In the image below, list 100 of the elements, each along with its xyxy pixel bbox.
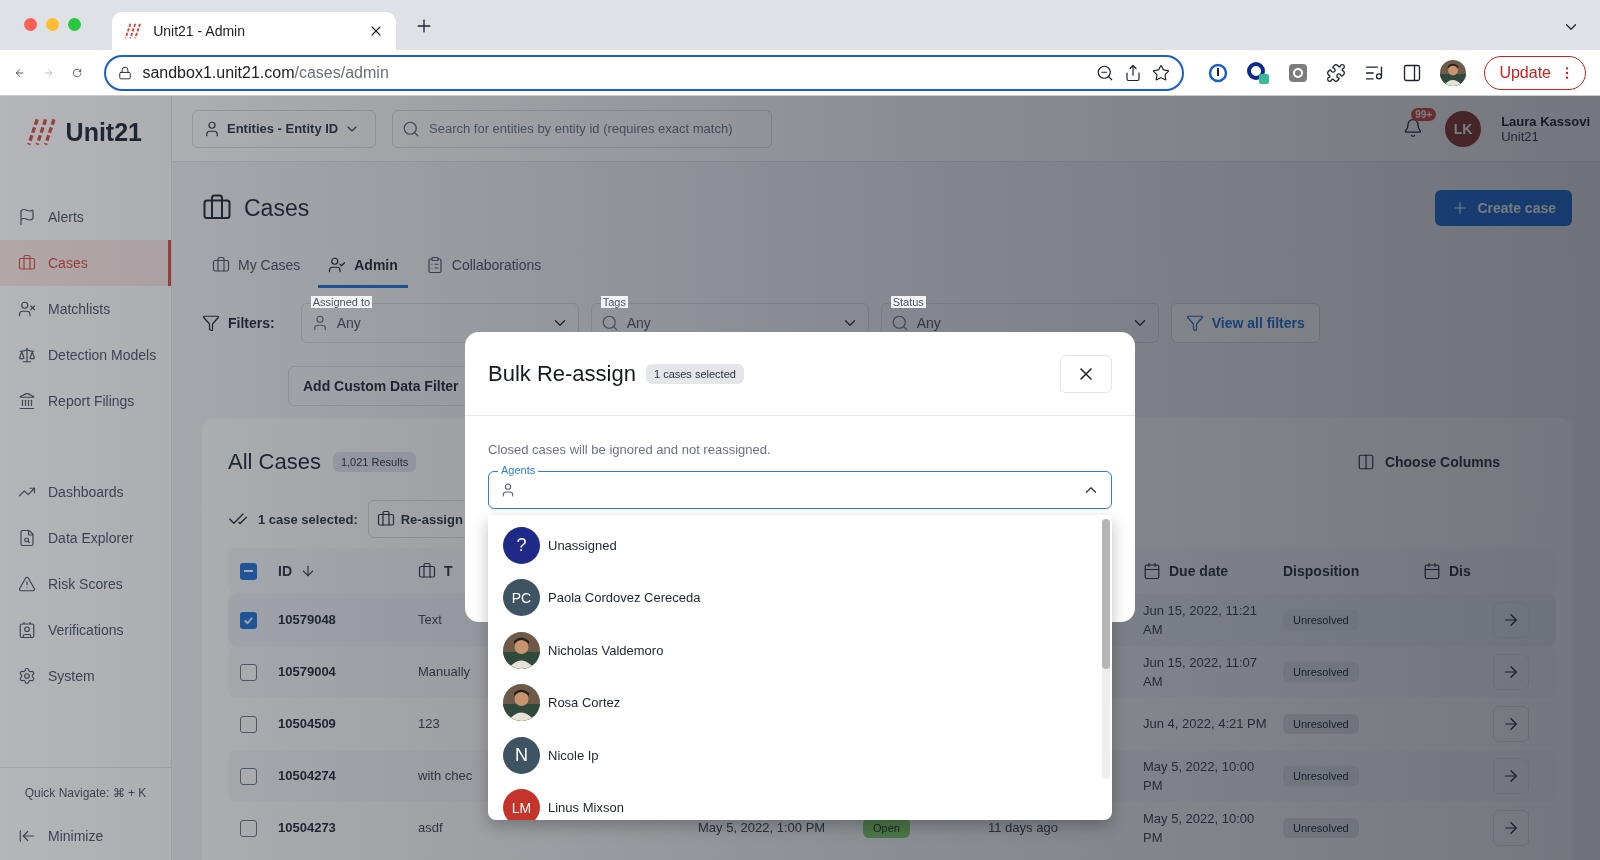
- briefcase-icon: [18, 254, 36, 272]
- select-all-checkbox[interactable]: [240, 562, 257, 580]
- minimize-button[interactable]: Minimize: [0, 812, 171, 860]
- column-header[interactable]: ID: [278, 563, 418, 579]
- settings-icon: [18, 667, 36, 685]
- open-case-button[interactable]: [1493, 706, 1529, 742]
- selection-count: 1 case selected:: [258, 511, 358, 527]
- close-window-button[interactable]: [24, 18, 37, 31]
- create-case-button[interactable]: Create case: [1435, 190, 1572, 226]
- agent-option[interactable]: Rosa Cortez: [503, 676, 1112, 729]
- row-checkbox[interactable]: [240, 819, 257, 837]
- open-case-button[interactable]: [1493, 758, 1529, 794]
- agent-avatar: N: [503, 736, 540, 774]
- logo-icon: [124, 23, 144, 39]
- update-button[interactable]: Update: [1484, 55, 1586, 90]
- table-cell-text: 11 days ago: [988, 819, 1059, 838]
- sidebar-item[interactable]: Risk Scores: [0, 561, 171, 607]
- table-cell-text: Manually: [418, 663, 472, 682]
- agent-option[interactable]: N Nicole Ip: [503, 729, 1112, 782]
- row-checkbox[interactable]: [240, 767, 257, 785]
- sidebar-item[interactable]: Alerts: [0, 194, 171, 240]
- table-cell-text: May 5, 2022, 1:00 PM: [698, 819, 827, 838]
- table-cell-text: 10579048: [278, 611, 337, 630]
- tab[interactable]: Collaborations: [415, 244, 552, 288]
- agent-avatar: PC: [503, 579, 540, 617]
- agent-option[interactable]: LM Linus Mixson: [503, 781, 1112, 820]
- agent-option[interactable]: ? Unassigned: [503, 519, 1112, 572]
- sidebar-item[interactable]: Matchlists: [0, 286, 171, 332]
- browser-tab[interactable]: Unit21 - Admin: [112, 12, 396, 50]
- status-badge: Open: [863, 818, 910, 838]
- extension-icon[interactable]: [1208, 62, 1229, 83]
- sidebar-item[interactable]: Data Explorer: [0, 515, 171, 561]
- sidebar-item[interactable]: Dashboards: [0, 469, 171, 515]
- arrow-right-icon: [1502, 767, 1520, 785]
- puzzle-icon: [1326, 62, 1347, 83]
- open-case-button[interactable]: [1493, 810, 1529, 846]
- sidebar-item[interactable]: Report Filings: [0, 378, 171, 424]
- side-panel-icon: [1402, 62, 1423, 83]
- table-cell-text: 10579004: [278, 663, 337, 682]
- scale-icon: [18, 346, 36, 364]
- row-checkbox[interactable]: [240, 715, 257, 733]
- extension-icon[interactable]: [1246, 60, 1271, 85]
- check-icon: [243, 614, 254, 626]
- filter-dropdown[interactable]: Assigned to Any: [300, 295, 579, 343]
- bank-icon: [18, 392, 36, 410]
- entity-selector[interactable]: Entities - Entity ID: [192, 109, 376, 148]
- disposition-badge: Unresolved: [1283, 766, 1359, 786]
- arrow-right-icon: [1502, 715, 1520, 733]
- field-label: Assigned to: [310, 296, 373, 308]
- agent-option[interactable]: Nicholas Valdemoro: [503, 624, 1112, 677]
- user-icon: [203, 119, 221, 138]
- table-cell-text: Jun 4, 2022, 4:21 PM: [1143, 715, 1268, 734]
- view-all-filters-button[interactable]: View all filters: [1170, 303, 1320, 343]
- address-bar[interactable]: sandbox1.unit21.com/cases/admin: [104, 54, 1185, 91]
- row-checkbox[interactable]: [240, 663, 257, 681]
- arrow-right-icon: [1502, 663, 1520, 681]
- close-button[interactable]: [1060, 354, 1112, 393]
- field-label: Tags: [600, 296, 628, 308]
- arrow-right-icon: [1502, 611, 1520, 629]
- table-cell-text: May 5, 2022, 10:00 PM: [1143, 757, 1256, 795]
- agent-option[interactable]: PC Paola Cordovez Cereceda: [503, 571, 1112, 624]
- star-icon: [1152, 63, 1171, 82]
- briefcase-icon: [212, 255, 230, 274]
- table-cell-text: 10504509: [278, 715, 337, 734]
- choose-columns-button[interactable]: Choose Columns: [1350, 452, 1506, 472]
- page-title: Cases: [244, 194, 310, 222]
- tab[interactable]: My Cases: [202, 244, 311, 288]
- columns-icon: [1356, 453, 1375, 471]
- scrollbar[interactable]: [1102, 519, 1110, 779]
- sidebar-item[interactable]: System: [0, 653, 171, 699]
- calendar-icon: [1143, 562, 1161, 580]
- id-card-icon: [18, 621, 36, 639]
- column-header[interactable]: Due date: [1169, 563, 1229, 579]
- column-header[interactable]: Dis: [1449, 563, 1471, 579]
- agent-avatar: LM: [503, 789, 540, 820]
- user-avatar[interactable]: LK: [1445, 110, 1482, 147]
- row-checkbox[interactable]: [240, 611, 257, 629]
- disposition-badge: Unresolved: [1283, 610, 1359, 630]
- table-cell-text: Jun 15, 2022, 11:07 AM: [1143, 653, 1258, 691]
- tab[interactable]: Admin: [318, 244, 408, 288]
- field-label: Status: [890, 296, 926, 308]
- share-icon: [1124, 63, 1143, 82]
- user-check-icon: [328, 255, 347, 274]
- sidebar-item[interactable]: Detection Models: [0, 332, 171, 378]
- selected-count-badge: 1 cases selected: [645, 363, 744, 384]
- agents-field[interactable]: Agents: [488, 463, 1112, 509]
- briefcase-icon: [418, 562, 436, 580]
- lock-icon: [118, 65, 133, 80]
- open-case-button[interactable]: [1493, 602, 1529, 638]
- column-header[interactable]: T: [444, 563, 453, 579]
- table-cell-text: Text: [418, 611, 443, 630]
- sidebar-item[interactable]: Cases: [0, 240, 171, 286]
- open-case-button[interactable]: [1493, 654, 1529, 690]
- sidebar-item[interactable]: Verifications: [0, 607, 171, 653]
- warning-icon: [18, 575, 36, 593]
- column-header[interactable]: Disposition: [1283, 563, 1423, 579]
- calendar-icon: [1423, 562, 1441, 580]
- search-field[interactable]: Search for entities by entity id (requires exact match): [392, 109, 772, 148]
- table-cell-text: Jun 15, 2022, 11:21 AM: [1143, 601, 1258, 639]
- user-icon: [500, 482, 516, 498]
